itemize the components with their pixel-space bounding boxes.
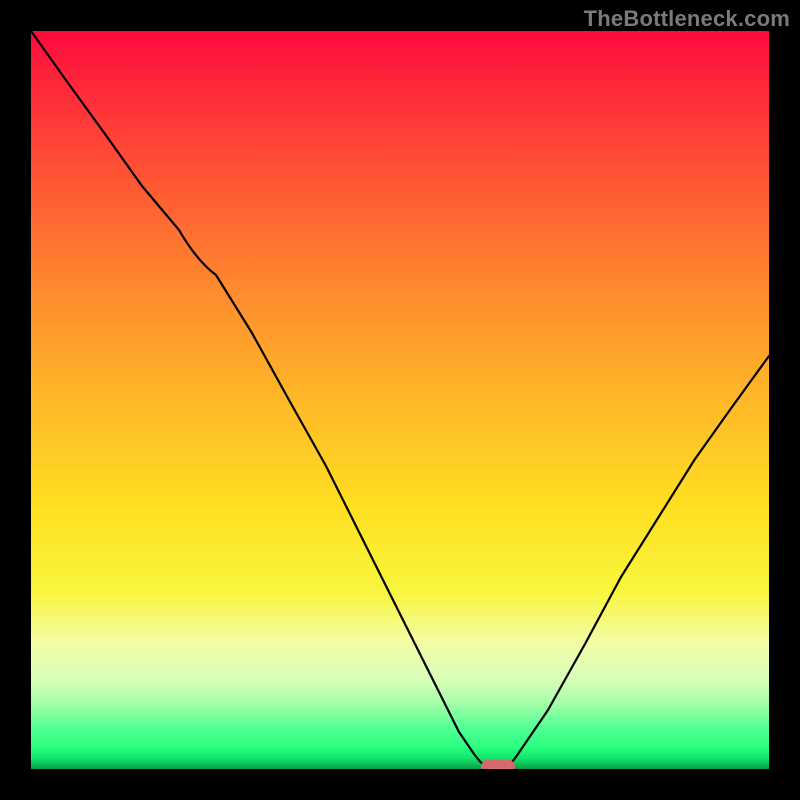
bottleneck-curve-line bbox=[31, 31, 769, 769]
bottleneck-curve-svg bbox=[31, 31, 769, 769]
plot-area bbox=[31, 31, 769, 769]
optimal-marker bbox=[481, 760, 515, 769]
watermark-text: TheBottleneck.com bbox=[584, 6, 790, 32]
chart-frame: TheBottleneck.com bbox=[0, 0, 800, 800]
